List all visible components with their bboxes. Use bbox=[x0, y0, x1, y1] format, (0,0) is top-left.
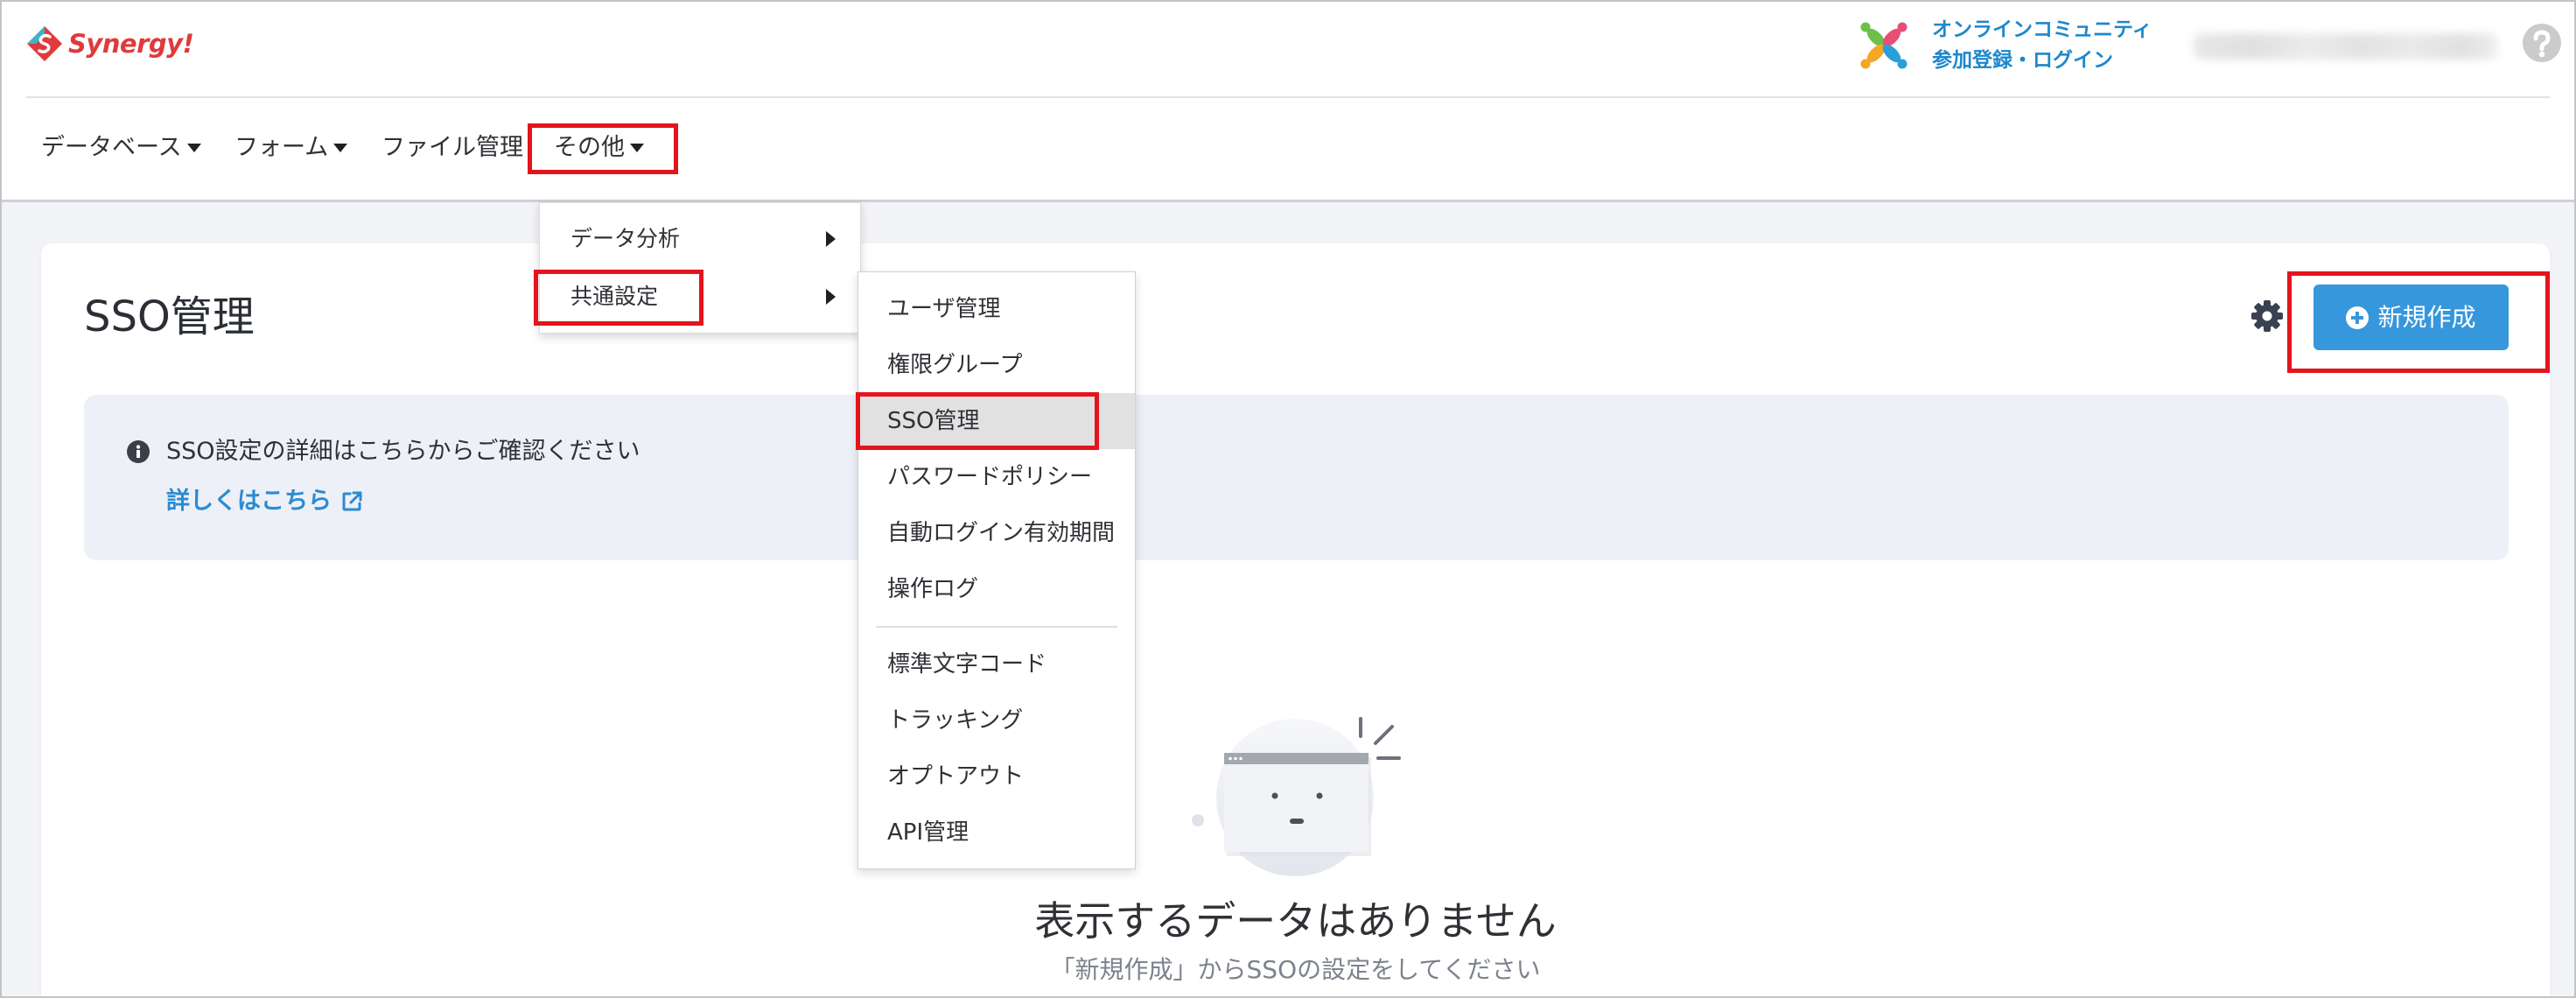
user-account-blurred[interactable] bbox=[2194, 33, 2497, 60]
external-link-icon bbox=[342, 491, 362, 511]
help-icon[interactable] bbox=[2522, 23, 2562, 63]
synergy-logo-icon bbox=[27, 26, 62, 61]
menu-divider bbox=[858, 617, 1135, 636]
caret-right-icon bbox=[826, 231, 836, 247]
online-community-link[interactable]: オンラインコミュニティ 参加登録・ログイン bbox=[1857, 15, 2152, 76]
nav-item-label: データベース bbox=[41, 134, 182, 161]
menu-item-label: データ分析 bbox=[570, 226, 681, 251]
illustration-sparkle-lines bbox=[1359, 717, 1401, 760]
caret-down-icon bbox=[333, 144, 348, 152]
submenu-item-label: 自動ログイン有効期間 bbox=[887, 520, 1116, 546]
submenu-item-api-management[interactable]: API管理 bbox=[858, 805, 1135, 861]
community-login-label: 参加登録・ログイン bbox=[1932, 49, 2113, 72]
submenu-item-tracking[interactable]: トラッキング bbox=[858, 692, 1135, 748]
menu-divider-line bbox=[876, 626, 1117, 628]
info-notice-text: SSO設定の詳細はこちらからご確認ください bbox=[166, 438, 640, 465]
nav-item-form[interactable]: フォーム bbox=[234, 131, 348, 165]
submenu-item-default-charset[interactable]: 標準文字コード bbox=[858, 636, 1135, 692]
details-link-label: 詳しくはこちら bbox=[166, 488, 332, 515]
community-pinwheel-icon bbox=[1860, 22, 1908, 69]
logo-text: Synergy! bbox=[68, 29, 194, 59]
menu-item-label: 共通設定 bbox=[570, 284, 659, 309]
submenu-item-user-management[interactable]: ユーザ管理 bbox=[858, 281, 1135, 337]
submenu-item-sso-management[interactable]: SSO管理 bbox=[858, 393, 1135, 449]
create-new-button-label: 新規作成 bbox=[2377, 302, 2476, 332]
plus-circle-icon bbox=[2346, 306, 2370, 329]
other-dropdown-menu: データ分析 共通設定 bbox=[539, 202, 861, 334]
submenu-item-password-policy[interactable]: パスワードポリシー bbox=[858, 449, 1135, 505]
caret-down-icon bbox=[630, 144, 644, 152]
submenu-item-permission-groups[interactable]: 権限グループ bbox=[858, 337, 1135, 393]
illustration-window-titlebar bbox=[1224, 753, 1368, 764]
illustration-small-dot bbox=[1192, 814, 1204, 826]
synergy-logo[interactable]: Synergy! bbox=[26, 25, 194, 63]
menu-item-data-analysis[interactable]: データ分析 bbox=[540, 210, 860, 268]
menu-item-common-settings[interactable]: 共通設定 bbox=[540, 268, 860, 326]
community-text: オンラインコミュニティ 参加登録・ログイン bbox=[1932, 15, 2152, 76]
main-card: SSO管理 新規作成 SSO設定の詳細はこちらからご確認ください 詳しくはこちら… bbox=[41, 243, 2550, 998]
app-screen: Synergy! オンラインコミュニティ 参加登録・ログイン データベース フォ… bbox=[0, 0, 2576, 998]
empty-state-title: 表示するデータはありません bbox=[1034, 897, 1557, 945]
submenu-item-label: SSO管理 bbox=[887, 408, 980, 434]
header-divider bbox=[26, 96, 2550, 98]
nav-item-other[interactable]: その他 bbox=[554, 131, 644, 165]
illustration-window-body bbox=[1224, 753, 1368, 852]
caret-down-icon bbox=[186, 144, 201, 152]
illustration-left-eye bbox=[1271, 792, 1278, 799]
submenu-item-label: 標準文字コード bbox=[887, 651, 1047, 678]
page-title: SSO管理 bbox=[84, 292, 255, 341]
info-notice: SSO設定の詳細はこちらからご確認ください 詳しくはこちら bbox=[84, 395, 2509, 560]
nav-item-database[interactable]: データベース bbox=[41, 131, 201, 165]
submenu-item-operation-log[interactable]: 操作ログ bbox=[858, 561, 1135, 617]
submenu-item-label: トラッキング bbox=[887, 707, 1024, 734]
community-title: オンラインコミュニティ bbox=[1932, 18, 2152, 41]
submenu-item-opt-out[interactable]: オプトアウト bbox=[858, 748, 1135, 805]
submenu-item-label: パスワードポリシー bbox=[887, 464, 1093, 490]
submenu-item-label: API管理 bbox=[887, 819, 970, 846]
illustration-right-eye bbox=[1316, 792, 1323, 799]
gear-icon[interactable] bbox=[2250, 299, 2284, 333]
empty-browser-illustration bbox=[1192, 717, 1401, 876]
info-circle-icon bbox=[127, 440, 150, 463]
submenu-item-label: 権限グループ bbox=[887, 352, 1023, 378]
top-header: Synergy! オンラインコミュニティ 参加登録・ログイン データベース フォ… bbox=[0, 0, 2576, 202]
submenu-item-label: 操作ログ bbox=[887, 576, 979, 602]
submenu-item-auto-login-period[interactable]: 自動ログイン有効期間 bbox=[858, 505, 1135, 561]
caret-right-icon bbox=[826, 289, 836, 305]
empty-state-subtitle: 「新規作成」からSSOの設定をしてください bbox=[1050, 955, 1541, 984]
create-new-button[interactable]: 新規作成 bbox=[2314, 285, 2509, 350]
submenu-item-label: ユーザ管理 bbox=[887, 296, 1001, 322]
submenu-item-label: オプトアウト bbox=[887, 763, 1025, 790]
nav-item-file-management[interactable]: ファイル管理 bbox=[382, 131, 523, 165]
illustration-mouth bbox=[1290, 819, 1304, 824]
nav-item-label: フォーム bbox=[234, 134, 329, 161]
nav-item-label: ファイル管理 bbox=[382, 134, 523, 161]
details-link[interactable]: 詳しくはこちら bbox=[166, 485, 363, 518]
nav-item-label: その他 bbox=[554, 134, 625, 161]
common-settings-submenu: ユーザ管理 権限グループ SSO管理 パスワードポリシー 自動ログイン有効期間 … bbox=[858, 271, 1136, 869]
